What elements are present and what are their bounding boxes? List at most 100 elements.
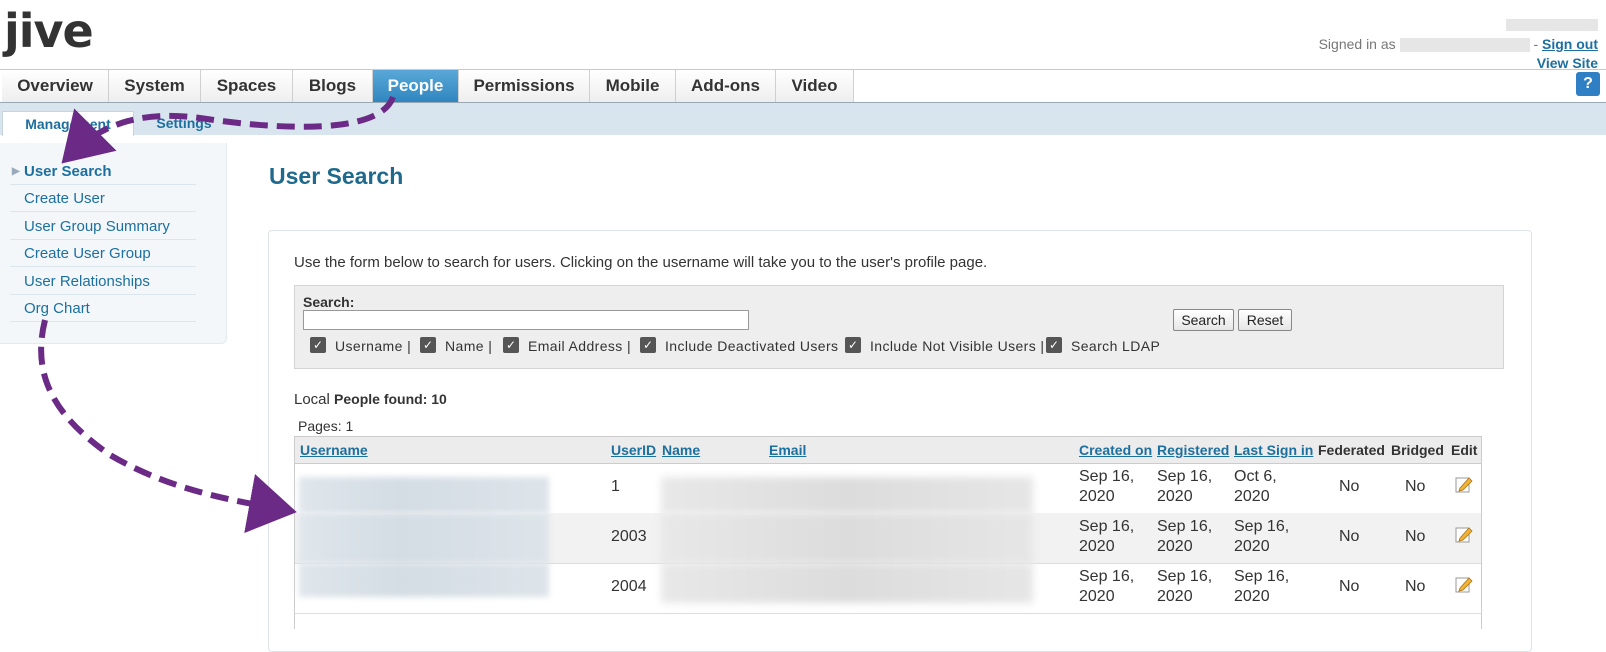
name-option-label: Name |: [445, 338, 493, 354]
tab-add-ons[interactable]: Add-ons: [676, 70, 776, 102]
search-ldap-checkbox[interactable]: ✓: [1046, 337, 1062, 353]
separator: -: [1533, 36, 1539, 52]
column-last-sign-in[interactable]: Last Sign in: [1234, 442, 1313, 458]
sub-navigation: Management Settings: [0, 103, 1606, 136]
chevron-right-icon: ▶: [12, 166, 20, 177]
include-not-visible-option-label: Include Not Visible Users |: [870, 338, 1045, 354]
redacted-name-email: [661, 513, 1033, 563]
signin-area: Signed in as - Sign out View Site: [1319, 16, 1598, 73]
page-title: User Search: [269, 163, 404, 189]
redacted-username-link[interactable]: [299, 513, 549, 563]
table-row: 2004 Sep 16, 2020 Sep 16, 2020 Sep 16, 2…: [295, 563, 1481, 614]
results-count-label: People found: 10: [334, 391, 447, 407]
redacted-username: [1399, 38, 1530, 53]
users-table: Username UserID Name Email Created on Re…: [294, 436, 1482, 629]
sidebar-item-create-user[interactable]: Create User: [10, 185, 196, 212]
column-edit: Edit: [1451, 442, 1478, 458]
sidebar-item-label: User Search: [24, 163, 112, 180]
sidebar-item-create-user-group[interactable]: Create User Group: [10, 240, 196, 267]
sign-out-link[interactable]: Sign out: [1542, 36, 1598, 52]
redacted-name-email: [661, 563, 1033, 603]
sidebar-item-label: Create User: [24, 190, 105, 207]
include-not-visible-checkbox[interactable]: ✓: [845, 337, 861, 353]
pagination: Pages: 1: [298, 418, 354, 434]
federated-cell: No: [1339, 478, 1360, 495]
username-checkbox[interactable]: ✓: [310, 337, 326, 353]
tab-system[interactable]: System: [109, 70, 201, 102]
column-registered[interactable]: Registered: [1157, 442, 1229, 458]
search-label: Search:: [303, 294, 355, 310]
last-sign-in-cell: Sep 16, 2020: [1234, 568, 1290, 605]
created-on-cell: Sep 16, 2020: [1079, 518, 1135, 555]
userid-cell: 1: [611, 478, 620, 495]
email-address-checkbox[interactable]: ✓: [503, 337, 519, 353]
registered-cell: Sep 16, 2020: [1157, 568, 1213, 605]
arrow-user-search-to-results: [38, 319, 297, 534]
edit-pencil-icon[interactable]: [1455, 575, 1473, 593]
federated-cell: No: [1339, 528, 1360, 545]
tab-blogs[interactable]: Blogs: [293, 70, 373, 102]
redacted-username-link[interactable]: [299, 563, 549, 597]
last-sign-in-cell: Sep 16, 2020: [1234, 518, 1290, 555]
edit-pencil-icon[interactable]: [1455, 475, 1473, 493]
tab-permissions[interactable]: Permissions: [459, 70, 590, 102]
created-on-cell: Sep 16, 2020: [1079, 568, 1135, 605]
jive-logo[interactable]: jive: [4, 4, 94, 58]
search-button[interactable]: Search: [1173, 309, 1234, 331]
registered-cell: Sep 16, 2020: [1157, 468, 1213, 505]
sidebar-item-user-relationships[interactable]: User Relationships: [10, 268, 196, 295]
userid-cell: 2003: [611, 528, 647, 545]
include-deactivated-checkbox[interactable]: ✓: [640, 337, 656, 353]
last-sign-in-cell: Oct 6, 2020: [1234, 468, 1277, 505]
column-userid[interactable]: UserID: [611, 442, 656, 458]
sidebar: ▶ User Search Create User User Group Sum…: [0, 143, 227, 344]
top-navigation: Overview System Spaces Blogs People Perm…: [0, 69, 1606, 104]
sidebar-item-label: User Relationships: [24, 273, 150, 290]
username-option-label: Username |: [335, 338, 412, 354]
sidebar-item-user-group-summary[interactable]: User Group Summary: [10, 213, 196, 240]
sidebar-item-label: User Group Summary: [24, 218, 170, 235]
tab-mobile[interactable]: Mobile: [590, 70, 676, 102]
redacted-block: [1506, 19, 1598, 32]
sidebar-item-label: Create User Group: [24, 245, 151, 262]
redacted-name-email: [661, 477, 1033, 513]
bridged-cell: No: [1405, 528, 1426, 545]
subtab-settings[interactable]: Settings: [138, 111, 230, 135]
help-icon[interactable]: ?: [1576, 72, 1600, 96]
sidebar-item-user-search[interactable]: ▶ User Search: [10, 158, 196, 185]
include-deactivated-option-label: Include Deactivated Users: [665, 338, 839, 354]
column-email[interactable]: Email: [769, 442, 806, 458]
search-ldap-option-label: Search LDAP: [1071, 338, 1161, 354]
column-bridged: Bridged: [1391, 442, 1444, 458]
federated-cell: No: [1339, 578, 1360, 595]
column-username[interactable]: Username: [300, 442, 368, 458]
table-header: Username UserID Name Email Created on Re…: [295, 437, 1481, 464]
column-created-on[interactable]: Created on: [1079, 442, 1152, 458]
column-federated: Federated: [1318, 442, 1385, 458]
results-count: Local People found: 10: [294, 391, 447, 408]
tab-overview[interactable]: Overview: [2, 70, 109, 102]
signed-in-label: Signed in as: [1318, 36, 1396, 52]
column-name[interactable]: Name: [662, 442, 700, 458]
registered-cell: Sep 16, 2020: [1157, 518, 1213, 555]
table-row: 2003 Sep 16, 2020 Sep 16, 2020 Sep 16, 2…: [295, 513, 1481, 564]
sidebar-item-org-chart[interactable]: Org Chart: [10, 295, 196, 322]
search-input[interactable]: [303, 310, 749, 330]
table-row: 1 Sep 16, 2020 Sep 16, 2020 Oct 6, 2020 …: [295, 463, 1481, 514]
sidebar-item-label: Org Chart: [24, 300, 90, 317]
edit-pencil-icon[interactable]: [1455, 525, 1473, 543]
tab-people[interactable]: People: [373, 70, 459, 102]
name-checkbox[interactable]: ✓: [420, 337, 436, 353]
userid-cell: 2004: [611, 578, 647, 595]
redacted-username-link[interactable]: [299, 477, 549, 513]
results-scope: Local: [294, 391, 330, 408]
intro-text: Use the form below to search for users. …: [294, 254, 988, 271]
created-on-cell: Sep 16, 2020: [1079, 468, 1135, 505]
bridged-cell: No: [1405, 578, 1426, 595]
subtab-management[interactable]: Management: [2, 111, 134, 136]
bridged-cell: No: [1405, 478, 1426, 495]
tab-spaces[interactable]: Spaces: [201, 70, 293, 102]
email-address-option-label: Email Address |: [528, 338, 632, 354]
tab-video[interactable]: Video: [776, 70, 854, 102]
reset-button[interactable]: Reset: [1238, 309, 1292, 331]
